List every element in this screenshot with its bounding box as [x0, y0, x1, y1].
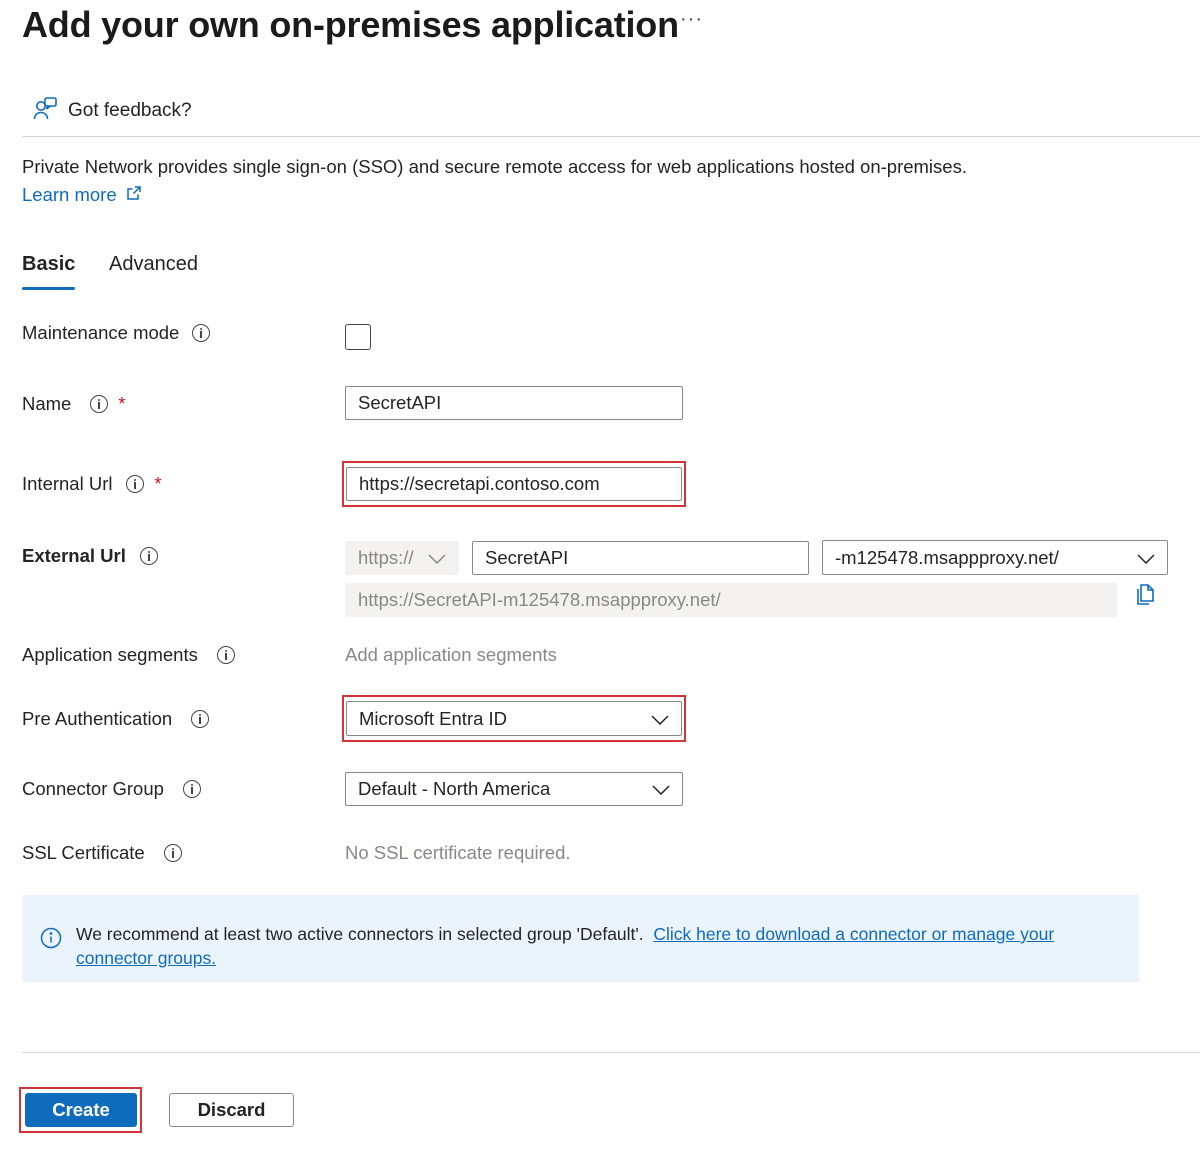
ssl-certificate-label: SSL Certificate — [22, 842, 145, 864]
name-input-value: SecretAPI — [358, 392, 441, 414]
external-url-full-field: https://SecretAPI-m125478.msappproxy.net… — [345, 583, 1117, 617]
learn-more-link[interactable]: Learn more — [22, 184, 142, 206]
learn-more-label: Learn more — [22, 184, 117, 206]
chevron-down-icon — [651, 708, 669, 730]
info-icon[interactable] — [164, 844, 182, 862]
chevron-down-icon — [428, 547, 446, 569]
external-url-domain-dropdown[interactable]: -m125478.msappproxy.net/ — [822, 540, 1168, 575]
pre-authentication-value: Microsoft Entra ID — [359, 708, 507, 730]
info-icon[interactable] — [90, 395, 108, 413]
create-button[interactable]: Create — [25, 1093, 137, 1127]
connector-group-label: Connector Group — [22, 778, 164, 800]
chevron-down-icon — [1137, 547, 1155, 569]
name-label: Name — [22, 393, 71, 415]
info-icon[interactable] — [140, 547, 158, 565]
pre-authentication-label-row: Pre Authentication — [22, 708, 209, 730]
internal-url-label-row: Internal Url * — [22, 473, 162, 495]
tab-basic[interactable]: Basic — [22, 253, 75, 276]
info-icon[interactable] — [191, 710, 209, 728]
external-url-scheme-value: https:// — [358, 547, 414, 569]
feedback-label: Got feedback? — [68, 100, 192, 122]
info-icon[interactable] — [183, 780, 201, 798]
pre-authentication-label: Pre Authentication — [22, 708, 172, 730]
internal-url-label: Internal Url — [22, 473, 112, 495]
external-url-label: External Url — [22, 545, 126, 567]
ssl-certificate-value: No SSL certificate required. — [345, 842, 571, 864]
connector-group-label-row: Connector Group — [22, 778, 201, 800]
maintenance-mode-label: Maintenance mode — [22, 322, 179, 344]
ssl-certificate-label-row: SSL Certificate — [22, 842, 182, 864]
add-application-segments-link[interactable]: Add application segments — [345, 644, 557, 666]
header-divider — [22, 136, 1200, 137]
pre-authentication-dropdown[interactable]: Microsoft Entra ID — [346, 701, 682, 736]
external-url-full-value: https://SecretAPI-m125478.msappproxy.net… — [358, 589, 721, 611]
tab-advanced[interactable]: Advanced — [109, 253, 198, 276]
info-icon[interactable] — [217, 646, 235, 664]
maintenance-mode-checkbox[interactable] — [345, 324, 371, 350]
more-options-icon[interactable]: ··· — [680, 8, 703, 31]
info-circle-icon — [40, 927, 62, 954]
external-link-icon — [117, 184, 142, 206]
internal-url-input-value: https://secretapi.contoso.com — [359, 473, 600, 495]
maintenance-mode-label-row: Maintenance mode — [22, 322, 210, 344]
application-segments-label: Application segments — [22, 644, 198, 666]
internal-url-input[interactable]: https://secretapi.contoso.com — [346, 467, 682, 501]
external-url-subdomain-value: SecretAPI — [485, 547, 568, 569]
footer-divider — [22, 1052, 1200, 1053]
page-description: Private Network provides single sign-on … — [22, 156, 967, 178]
banner-text: We recommend at least two active connect… — [76, 924, 644, 944]
external-url-scheme-dropdown: https:// — [345, 541, 459, 575]
external-url-domain-value: -m125478.msappproxy.net/ — [835, 547, 1059, 569]
external-url-subdomain-input[interactable]: SecretAPI — [472, 541, 809, 575]
chevron-down-icon — [652, 778, 670, 800]
connector-group-dropdown[interactable]: Default - North America — [345, 772, 683, 806]
connector-group-value: Default - North America — [358, 778, 550, 800]
info-icon[interactable] — [192, 324, 210, 342]
feedback-button[interactable]: Got feedback? — [32, 96, 192, 126]
discard-button[interactable]: Discard — [169, 1093, 294, 1127]
page-title: Add your own on-premises application — [22, 4, 679, 46]
required-indicator: * — [118, 394, 125, 415]
application-segments-label-row: Application segments — [22, 644, 235, 666]
banner-message: We recommend at least two active connect… — [76, 922, 1086, 970]
info-icon[interactable] — [126, 475, 144, 493]
name-input[interactable]: SecretAPI — [345, 386, 683, 420]
name-label-row: Name * — [22, 393, 125, 415]
required-indicator: * — [154, 474, 161, 495]
external-url-label-row: External Url — [22, 545, 158, 567]
feedback-icon — [32, 96, 58, 127]
copy-icon[interactable] — [1133, 583, 1157, 612]
